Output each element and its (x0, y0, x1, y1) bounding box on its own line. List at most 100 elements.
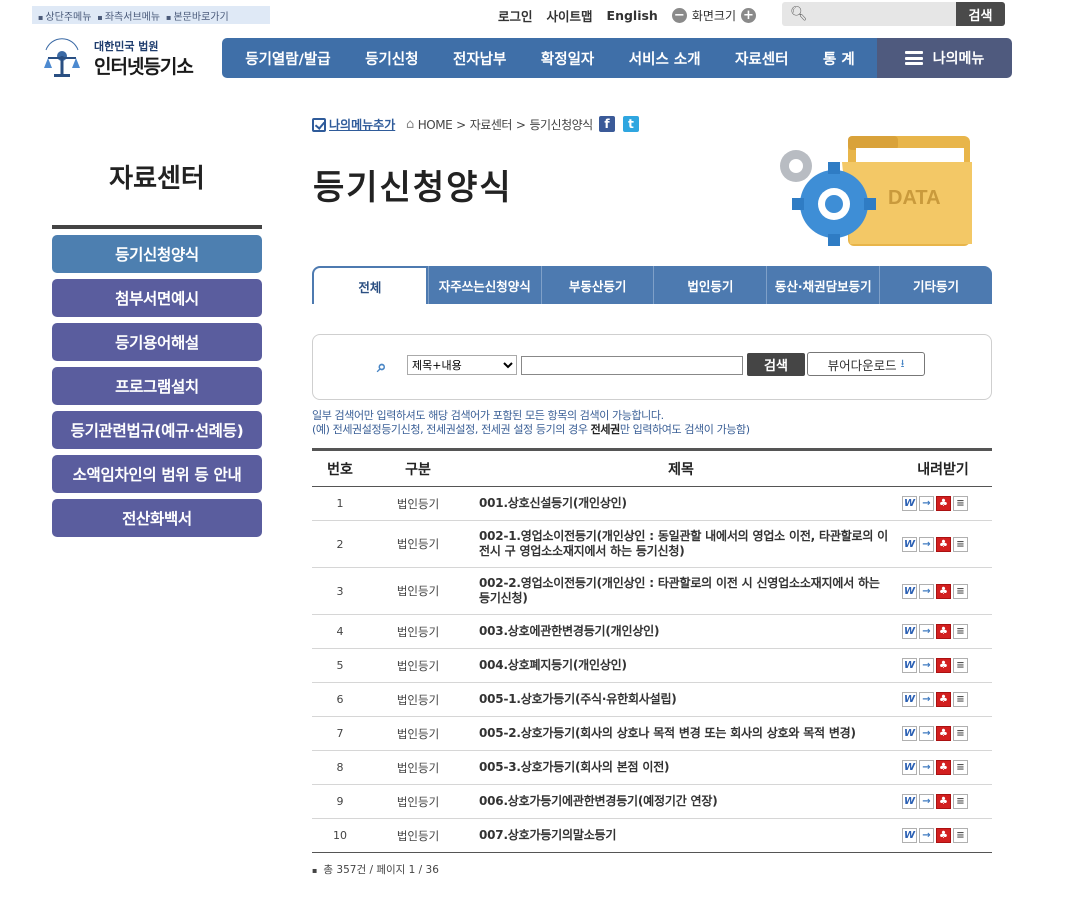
viewer-download-button[interactable]: 뷰어다운로드 ⭳ (807, 352, 925, 376)
pdf-icon[interactable]: ♣ (936, 536, 951, 552)
text-icon[interactable]: ≡ (953, 794, 968, 809)
nav-item-fixed-date[interactable]: 확정일자 (541, 48, 594, 69)
row-title-link[interactable]: 006.상호가등기에관한변경등기(예정기간 연장) (468, 784, 894, 819)
hwp-icon[interactable]: → (919, 658, 934, 673)
text-icon[interactable]: ≡ (953, 658, 968, 673)
sidebar-item-program-install[interactable]: 프로그램설치 (52, 367, 262, 405)
text-icon[interactable]: ≡ (953, 760, 968, 775)
word-icon[interactable]: W (902, 692, 917, 707)
sidebar-item-tenant-guide[interactable]: 소액임차인의 범위 등 안내 (52, 455, 262, 493)
sidebar-item-attachment-examples[interactable]: 첨부서면예시 (52, 279, 262, 317)
row-downloads: W → ♣ ≡ (894, 614, 992, 649)
search-field-select[interactable]: 제목+내용 (407, 355, 517, 375)
hwp-icon[interactable]: → (919, 794, 934, 809)
hwp-icon[interactable]: → (919, 496, 934, 511)
zoom-in-icon[interactable]: + (741, 7, 756, 23)
login-link[interactable]: 로그인 (498, 6, 533, 25)
word-icon[interactable]: W (902, 536, 917, 552)
hwp-icon[interactable]: → (919, 583, 934, 599)
sidebar-item-regulations[interactable]: 등기관련법규(예규·선례등) (52, 411, 262, 449)
word-icon[interactable]: W (902, 624, 917, 639)
tab-all[interactable]: 전체 (312, 266, 428, 304)
row-title-link[interactable]: 007.상호가등기의말소등기 (468, 818, 894, 853)
tab-movable-property[interactable]: 동산·채권담보등기 (766, 266, 880, 304)
home-icon: ⌂ (406, 117, 414, 132)
text-icon[interactable]: ≡ (953, 692, 968, 707)
pdf-icon[interactable]: ♣ (936, 624, 951, 639)
nav-item-e-payment[interactable]: 전자납부 (453, 48, 506, 69)
sidebar-item-white-paper[interactable]: 전산화백서 (52, 499, 262, 537)
word-icon[interactable]: W (902, 726, 917, 741)
nav-item-registration-apply[interactable]: 등기신청 (365, 48, 418, 69)
row-title-link[interactable]: 005-2.상호가등기(회사의 상호나 목적 변경 또는 회사의 상호와 목적 … (468, 716, 894, 751)
word-icon[interactable]: W (902, 828, 917, 843)
text-icon[interactable]: ≡ (953, 536, 968, 552)
row-title-link[interactable]: 005-3.상호가등기(회사의 본점 이전) (468, 750, 894, 785)
pdf-icon[interactable]: ♣ (936, 496, 951, 511)
text-icon[interactable]: ≡ (953, 496, 968, 511)
add-my-menu-link[interactable]: 나의메뉴추가 (312, 116, 395, 133)
sidebar-item-glossary[interactable]: 등기용어해설 (52, 323, 262, 361)
pdf-icon[interactable]: ♣ (936, 794, 951, 809)
row-title-link[interactable]: 005-1.상호가등기(주식·유한회사설립) (468, 682, 894, 717)
breadcrumb-home[interactable]: HOME (418, 118, 453, 132)
pdf-icon[interactable]: ♣ (936, 726, 951, 741)
tab-frequent-forms[interactable]: 자주쓰는신청양식 (427, 266, 541, 304)
my-menu-button[interactable]: 나의메뉴 (877, 38, 1012, 78)
word-icon[interactable]: W (902, 760, 917, 775)
facebook-share-icon[interactable]: f (599, 116, 615, 132)
search-button[interactable]: 검색 (747, 353, 805, 376)
word-icon[interactable]: W (902, 658, 917, 673)
hwp-icon[interactable]: → (919, 692, 934, 707)
row-title-link[interactable]: 002-2.영업소이전등기(개인상인 : 타관할로의 이전 시 신영업소소재지에… (468, 567, 894, 615)
top-search-input[interactable] (810, 4, 950, 24)
pdf-icon[interactable]: ♣ (936, 583, 951, 599)
nav-item-data-center[interactable]: 자료센터 (735, 48, 788, 69)
hwp-icon[interactable]: → (919, 760, 934, 775)
english-link[interactable]: English (607, 8, 658, 23)
text-icon[interactable]: ≡ (953, 583, 968, 599)
word-icon[interactable]: W (902, 794, 917, 809)
breadcrumb-data-center[interactable]: 자료센터 (470, 116, 513, 133)
pdf-icon[interactable]: ♣ (936, 828, 951, 843)
skip-link-sub-menu[interactable]: 좌측서브메뉴 (97, 8, 160, 23)
row-title-link[interactable]: 003.상호에관한변경등기(개인상인) (468, 614, 894, 649)
text-icon[interactable]: ≡ (953, 624, 968, 639)
zoom-out-icon[interactable]: − (671, 7, 687, 23)
column-header-number: 번호 (312, 448, 368, 487)
search-icon: ⌕ (377, 357, 387, 377)
tab-other[interactable]: 기타등기 (879, 266, 992, 304)
tab-real-estate[interactable]: 부동산등기 (540, 266, 654, 304)
sitemap-link[interactable]: 사이트맵 (547, 6, 593, 25)
hwp-icon[interactable]: → (919, 828, 934, 843)
pdf-icon[interactable]: ♣ (936, 760, 951, 775)
twitter-share-icon[interactable]: t (623, 116, 639, 132)
row-downloads: W → ♣ ≡ (894, 648, 992, 683)
row-title-link[interactable]: 002-1.영업소이전등기(개인상인 : 동일관할 내에서의 영업소 이전, 타… (468, 520, 894, 568)
word-icon[interactable]: W (902, 496, 917, 511)
hwp-icon[interactable]: → (919, 726, 934, 741)
nav-item-view-issue[interactable]: 등기열람/발급 (245, 48, 330, 69)
text-icon[interactable]: ≡ (953, 828, 968, 843)
search-input[interactable] (521, 356, 743, 375)
pdf-icon[interactable]: ♣ (936, 658, 951, 673)
sidebar-item-forms[interactable]: 등기신청양식 (52, 235, 262, 273)
site-logo[interactable]: 대한민국 법원 인터넷등기소 (38, 34, 218, 82)
skip-link-content[interactable]: 본문바로가기 (166, 8, 228, 23)
row-downloads: W → ♣ ≡ (894, 784, 992, 819)
top-search-button[interactable]: 검색 (956, 2, 1005, 26)
tab-corporate[interactable]: 법인등기 (653, 266, 767, 304)
nav-item-service-intro[interactable]: 서비스 소개 (629, 48, 701, 69)
pdf-icon[interactable]: ♣ (936, 692, 951, 707)
breadcrumb-current: 등기신청양식 (529, 118, 593, 132)
hwp-icon[interactable]: → (919, 624, 934, 639)
row-number: 4 (312, 614, 368, 649)
skip-link-main-menu[interactable]: 상단주메뉴 (38, 8, 91, 23)
row-title-link[interactable]: 001.상호신설등기(개인상인) (468, 486, 894, 521)
word-icon[interactable]: W (902, 583, 917, 599)
sidebar-menu: 등기신청양식 첨부서면예시 등기용어해설 프로그램설치 등기관련법규(예규·선례… (52, 235, 262, 543)
hwp-icon[interactable]: → (919, 536, 934, 552)
nav-item-statistics[interactable]: 통 계 (823, 48, 855, 69)
text-icon[interactable]: ≡ (953, 726, 968, 741)
row-title-link[interactable]: 004.상호폐지등기(개인상인) (468, 648, 894, 683)
